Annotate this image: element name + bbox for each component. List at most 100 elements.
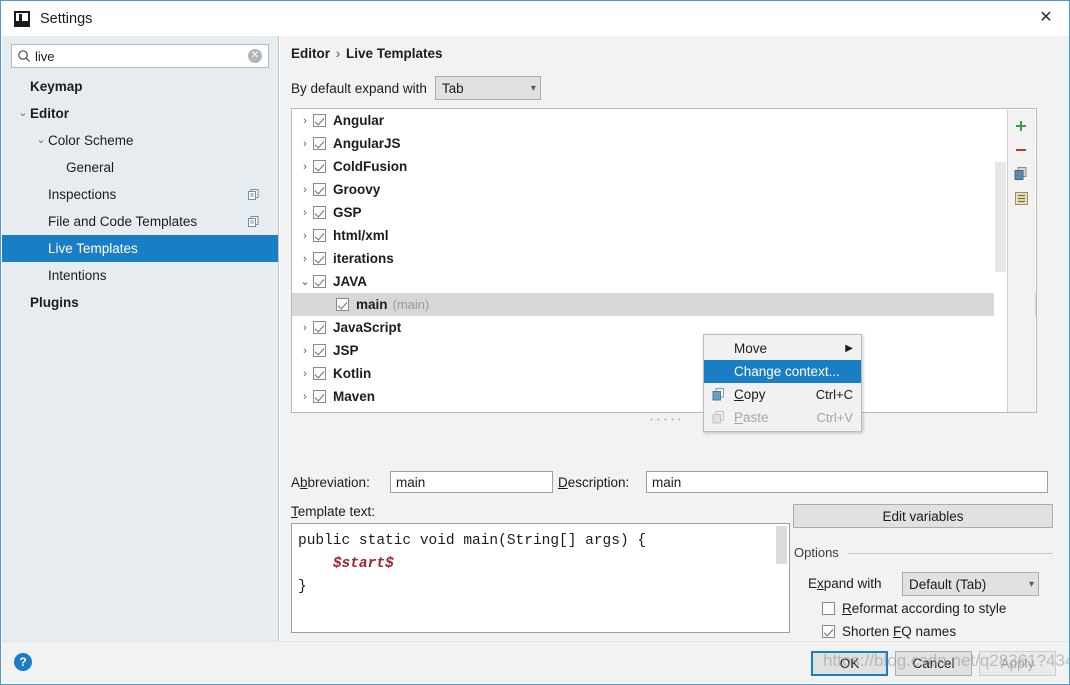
add-icon[interactable] bbox=[1008, 114, 1034, 138]
apply-button[interactable]: Apply bbox=[979, 651, 1056, 676]
chevron-down-icon[interactable]: ⌄ bbox=[16, 108, 30, 119]
chevron-down-icon[interactable]: ⌄ bbox=[34, 135, 48, 146]
ok-button[interactable]: OK bbox=[811, 651, 888, 676]
sidebar-item-color-scheme[interactable]: ⌄Color Scheme bbox=[2, 127, 278, 154]
sidebar-item-general[interactable]: General bbox=[2, 154, 278, 181]
template-tree-row[interactable]: › GSP bbox=[292, 201, 1036, 224]
template-tree-row[interactable]: ›Angular bbox=[292, 109, 1036, 132]
tree-scrollbar-thumb[interactable] bbox=[995, 162, 1006, 272]
chevron-right-icon[interactable]: › bbox=[297, 184, 313, 196]
template-checkbox[interactable] bbox=[313, 390, 326, 403]
copy-icon[interactable] bbox=[1008, 162, 1034, 186]
template-tree-row[interactable]: ›html/xml bbox=[292, 224, 1036, 247]
sidebar-item-label: Plugins bbox=[30, 295, 79, 310]
sidebar-item-plugins[interactable]: Plugins bbox=[2, 289, 278, 316]
template-checkbox[interactable] bbox=[313, 229, 326, 242]
context-menu-item-shortcut: Ctrl+C bbox=[816, 387, 853, 402]
template-group-label: GSP bbox=[333, 205, 362, 220]
edit-variables-button[interactable]: Edit variables bbox=[793, 504, 1053, 528]
template-checkbox[interactable] bbox=[313, 252, 326, 265]
template-group-label: ColdFusion bbox=[333, 159, 407, 174]
template-tree-row[interactable]: ›Maven bbox=[292, 385, 1036, 408]
expand-with-select[interactable]: Default (Tab) ▾ bbox=[902, 572, 1039, 596]
dialog-button-bar: ? OK Cancel Apply bbox=[2, 641, 1070, 683]
template-checkbox[interactable] bbox=[313, 160, 326, 173]
chevron-right-icon[interactable]: › bbox=[297, 161, 313, 173]
sidebar-item-editor[interactable]: ⌄Editor bbox=[2, 100, 278, 127]
copy-icon bbox=[711, 387, 726, 402]
template-tree-row[interactable]: › AngularJS bbox=[292, 132, 1036, 155]
chevron-down-icon[interactable]: ⌄ bbox=[297, 275, 313, 288]
context-menu-item-label: Change context... bbox=[734, 364, 840, 379]
context-menu-item-paste[interactable]: PasteCtrl+V bbox=[704, 406, 861, 429]
template-scrollbar-thumb[interactable] bbox=[776, 526, 787, 564]
template-checkbox[interactable] bbox=[313, 183, 326, 196]
help-icon[interactable]: ? bbox=[14, 653, 32, 671]
copy-settings-icon[interactable] bbox=[247, 188, 260, 201]
template-text-editor[interactable]: public static void main(String[] args) {… bbox=[291, 523, 790, 633]
chevron-right-icon[interactable]: › bbox=[297, 322, 313, 334]
template-tree-row[interactable]: ⌄JAVA bbox=[292, 270, 1036, 293]
template-group-label: iterations bbox=[333, 251, 394, 266]
context-menu-item-move[interactable]: Move▶ bbox=[704, 337, 861, 360]
template-checkbox[interactable] bbox=[336, 298, 349, 311]
sidebar-item-keymap[interactable]: Keymap bbox=[2, 73, 278, 100]
remove-icon[interactable] bbox=[1008, 138, 1034, 162]
context-menu: Move▶ Change context... Copy Ctrl+C PasteCtr… bbox=[703, 334, 862, 432]
copy-settings-icon[interactable] bbox=[247, 215, 260, 228]
template-tree-row[interactable]: ›Groovy bbox=[292, 178, 1036, 201]
chevron-right-icon[interactable]: › bbox=[297, 368, 313, 380]
context-menu-item-shortcut: Ctrl+V bbox=[817, 410, 853, 425]
template-tree-row[interactable]: ›JSP bbox=[292, 339, 1036, 362]
template-checkbox[interactable] bbox=[313, 275, 326, 288]
template-tree-row[interactable]: ›Kotlin bbox=[292, 362, 1036, 385]
context-menu-item-copy[interactable]: Copy Ctrl+C bbox=[704, 383, 861, 406]
panel-splitter[interactable] bbox=[291, 415, 1037, 425]
breadcrumb-root[interactable]: Editor bbox=[291, 46, 330, 61]
settings-dialog: Settings ✕ ✕ Keymap⌄Editor⌄Color SchemeG… bbox=[0, 0, 1070, 685]
chevron-right-icon[interactable]: › bbox=[297, 391, 313, 403]
context-menu-item-label: Copy bbox=[734, 387, 766, 402]
sidebar-item-live-templates[interactable]: Live Templates bbox=[2, 235, 278, 262]
context-menu-item-change-context[interactable]: Change context... bbox=[704, 360, 861, 383]
chevron-right-icon[interactable]: › bbox=[297, 138, 313, 150]
template-checkbox[interactable] bbox=[313, 206, 326, 219]
sidebar-item-file-and-code-templates[interactable]: File and Code Templates bbox=[2, 208, 278, 235]
template-checkbox[interactable] bbox=[313, 321, 326, 334]
template-checkbox[interactable] bbox=[313, 114, 326, 127]
template-checkbox[interactable] bbox=[313, 367, 326, 380]
template-group-icon[interactable] bbox=[1008, 186, 1034, 210]
template-group-label: AngularJS bbox=[333, 136, 401, 151]
close-icon[interactable]: ✕ bbox=[1023, 1, 1069, 35]
chevron-right-icon[interactable]: › bbox=[297, 230, 313, 242]
cancel-button[interactable]: Cancel bbox=[895, 651, 972, 676]
abbreviation-input[interactable] bbox=[390, 471, 553, 493]
template-line-3: } bbox=[298, 579, 307, 595]
chevron-right-icon[interactable]: › bbox=[297, 207, 313, 219]
sidebar-item-label: File and Code Templates bbox=[48, 214, 197, 229]
description-input[interactable] bbox=[646, 471, 1048, 493]
template-checkbox[interactable] bbox=[313, 344, 326, 357]
default-expand-select[interactable]: Tab ▾ bbox=[435, 76, 541, 100]
template-checkbox[interactable] bbox=[313, 137, 326, 150]
paste-icon bbox=[711, 410, 726, 425]
template-variable: $start$ bbox=[333, 556, 394, 572]
search-box[interactable]: ✕ bbox=[11, 44, 269, 68]
template-tree-row[interactable]: main(main) bbox=[292, 293, 1036, 316]
settings-sidebar: ✕ Keymap⌄Editor⌄Color SchemeGeneralInspe… bbox=[2, 36, 279, 643]
template-tree-row[interactable]: › ColdFusion bbox=[292, 155, 1036, 178]
sidebar-tree: Keymap⌄Editor⌄Color SchemeGeneralInspect… bbox=[2, 73, 278, 316]
reformat-checkbox[interactable]: Reformat according to style bbox=[822, 601, 1006, 616]
template-tree-row[interactable]: › iterations bbox=[292, 247, 1036, 270]
clear-icon[interactable]: ✕ bbox=[248, 49, 262, 63]
breadcrumb: Editor › Live Templates bbox=[291, 46, 443, 61]
sidebar-item-intentions[interactable]: Intentions bbox=[2, 262, 278, 289]
sidebar-item-inspections[interactable]: Inspections bbox=[2, 181, 278, 208]
chevron-right-icon[interactable]: › bbox=[297, 345, 313, 357]
chevron-right-icon[interactable]: › bbox=[297, 115, 313, 127]
shorten-fq-names-checkbox[interactable]: Shorten FQ names bbox=[822, 624, 956, 639]
chevron-right-icon[interactable]: › bbox=[297, 253, 313, 265]
template-tree-row[interactable]: ›JavaScript bbox=[292, 316, 1036, 339]
search-input[interactable] bbox=[35, 46, 248, 66]
template-tree-panel[interactable]: ›Angular›AngularJS›ColdFusion›Groovy›GSP… bbox=[291, 108, 1037, 413]
